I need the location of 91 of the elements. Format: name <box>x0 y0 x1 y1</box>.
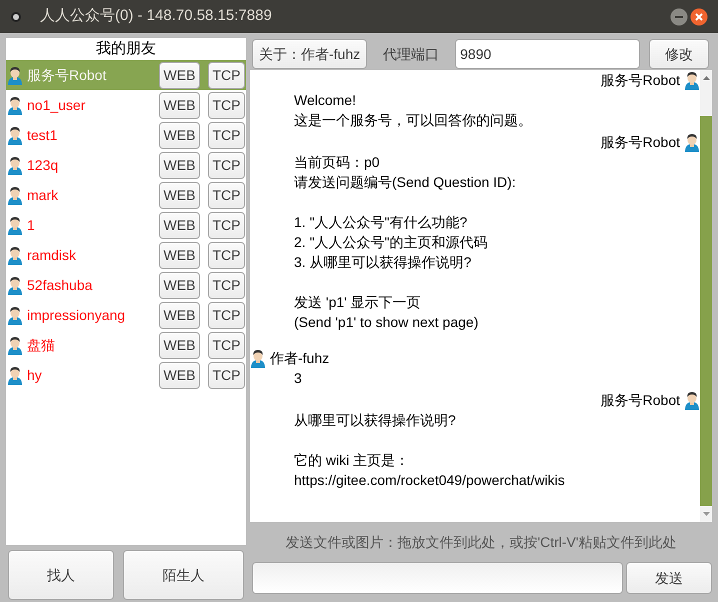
friend-name: 123q <box>27 156 60 175</box>
message-line: 当前页码：p0 <box>294 153 381 172</box>
friends-heading: 我的朋友 <box>95 39 157 59</box>
sender-name: 服务号Robot <box>600 390 680 410</box>
tcp-button[interactable]: TCP <box>208 242 245 268</box>
friend-item[interactable]: ramdisk WEB TCP <box>6 240 246 270</box>
avatar-icon <box>7 65 23 85</box>
find-people-button[interactable]: 找人 <box>8 550 114 600</box>
web-button[interactable]: WEB <box>159 302 200 328</box>
proxy-port-label: 代理端口 <box>383 44 440 64</box>
avatar-icon <box>7 215 23 235</box>
friend-name: impressionyang <box>27 306 126 325</box>
friend-name: 盘猫 <box>27 336 56 354</box>
friend-name: mark <box>27 186 60 204</box>
avatar-icon <box>7 275 23 295</box>
message-line: 3 <box>294 369 303 388</box>
message-line: 发送 'p1' 显示下一页 <box>294 293 422 312</box>
avatar-icon <box>684 70 700 90</box>
friend-name: 52fashuba <box>27 276 94 294</box>
friend-item[interactable]: hy WEB TCP <box>6 360 246 390</box>
web-button[interactable]: WEB <box>159 272 200 298</box>
tcp-button[interactable]: TCP <box>208 182 245 208</box>
tcp-button[interactable]: TCP <box>208 302 245 328</box>
message-line: (Send 'p1' to show next page) <box>294 313 480 332</box>
friend-item[interactable]: 服务号Robot WEB TCP <box>6 60 246 90</box>
tcp-button[interactable]: TCP <box>208 62 245 88</box>
friend-name: hy <box>27 366 43 385</box>
tcp-button[interactable]: TCP <box>208 152 245 178</box>
drop-hint: 发送文件或图片：拖放文件到此处，或按'Ctrl-V'粘贴文件到此处 <box>284 533 678 552</box>
friend-item[interactable]: 盘猫 WEB TCP <box>6 330 246 360</box>
web-button[interactable]: WEB <box>159 362 200 388</box>
scroll-up-icon[interactable] <box>702 76 710 80</box>
friend-name: 服务号Robot <box>27 66 108 84</box>
close-icon[interactable] <box>690 8 708 26</box>
web-button[interactable]: WEB <box>159 122 200 148</box>
avatar-icon <box>7 365 23 385</box>
friend-name: ramdisk <box>27 246 78 264</box>
scroll-down-icon[interactable] <box>702 512 710 516</box>
message-line: 它的 wiki 主页是： <box>294 451 410 470</box>
friend-item[interactable]: 52fashuba WEB TCP <box>6 270 246 300</box>
friend-name: 1 <box>27 216 36 234</box>
tcp-button[interactable]: TCP <box>208 362 245 388</box>
send-button[interactable]: 发送 <box>626 562 712 594</box>
tcp-button[interactable]: TCP <box>208 212 245 238</box>
tcp-button[interactable]: TCP <box>208 332 245 358</box>
message-line: https://gitee.com/rocket049/powerchat/wikis <box>294 471 566 490</box>
avatar-icon <box>250 348 266 368</box>
avatar-icon <box>684 132 700 152</box>
message-line: 从哪里可以获得操作说明? <box>294 411 457 430</box>
proxy-port-field[interactable]: 9890 <box>455 39 640 69</box>
friend-item[interactable]: test1 WEB TCP <box>6 120 246 150</box>
avatar-icon <box>7 155 23 175</box>
avatar-icon <box>7 245 23 265</box>
tcp-button[interactable]: TCP <box>208 122 245 148</box>
modify-button[interactable]: 修改 <box>649 39 710 69</box>
window-title: 人人公众号(0) - 148.70.58.15:7889 <box>40 6 272 26</box>
avatar-icon <box>7 125 23 145</box>
message-line: 请发送问题编号(Send Question ID): <box>294 173 517 192</box>
strangers-button[interactable]: 陌生人 <box>123 550 244 600</box>
web-button[interactable]: WEB <box>159 332 200 358</box>
web-button[interactable]: WEB <box>159 242 200 268</box>
avatar-icon <box>7 305 23 325</box>
web-button[interactable]: WEB <box>159 92 200 118</box>
friend-item[interactable]: mark WEB TCP <box>6 180 246 210</box>
avatar-icon <box>684 390 700 410</box>
avatar-icon <box>7 95 23 115</box>
sender-name: 服务号Robot <box>600 70 680 90</box>
tcp-button[interactable]: TCP <box>208 272 245 298</box>
web-button[interactable]: WEB <box>159 152 200 178</box>
friend-item[interactable]: impressionyang WEB TCP <box>6 300 246 330</box>
web-button[interactable]: WEB <box>159 62 200 88</box>
message-line: 这是一个服务号，可以回答你的问题。 <box>294 111 533 130</box>
tcp-button[interactable]: TCP <box>208 92 245 118</box>
friend-item[interactable]: no1_user WEB TCP <box>6 90 246 120</box>
message-field[interactable] <box>252 562 623 594</box>
message-line: Welcome! <box>294 91 357 110</box>
friend-item[interactable]: 1 WEB TCP <box>6 210 246 240</box>
avatar-icon <box>7 335 23 355</box>
message-line: 2. "人人公众号"的主页和源代码 <box>294 233 489 252</box>
sender-name: 作者-fuhz <box>270 348 330 368</box>
app-icon <box>10 10 22 22</box>
web-button[interactable]: WEB <box>159 182 200 208</box>
about-button[interactable]: 关于：作者-fuhz <box>252 39 368 69</box>
message-line: 1. "人人公众号"有什么功能? <box>294 213 468 232</box>
web-button[interactable]: WEB <box>159 212 200 238</box>
friend-name: no1_user <box>27 96 86 115</box>
friend-item[interactable]: 123q WEB TCP <box>6 150 246 180</box>
message-line: 3. 从哪里可以获得操作说明? <box>294 253 472 272</box>
sender-name: 服务号Robot <box>600 132 680 152</box>
friend-name: test1 <box>27 126 58 144</box>
avatar-icon <box>7 185 23 205</box>
